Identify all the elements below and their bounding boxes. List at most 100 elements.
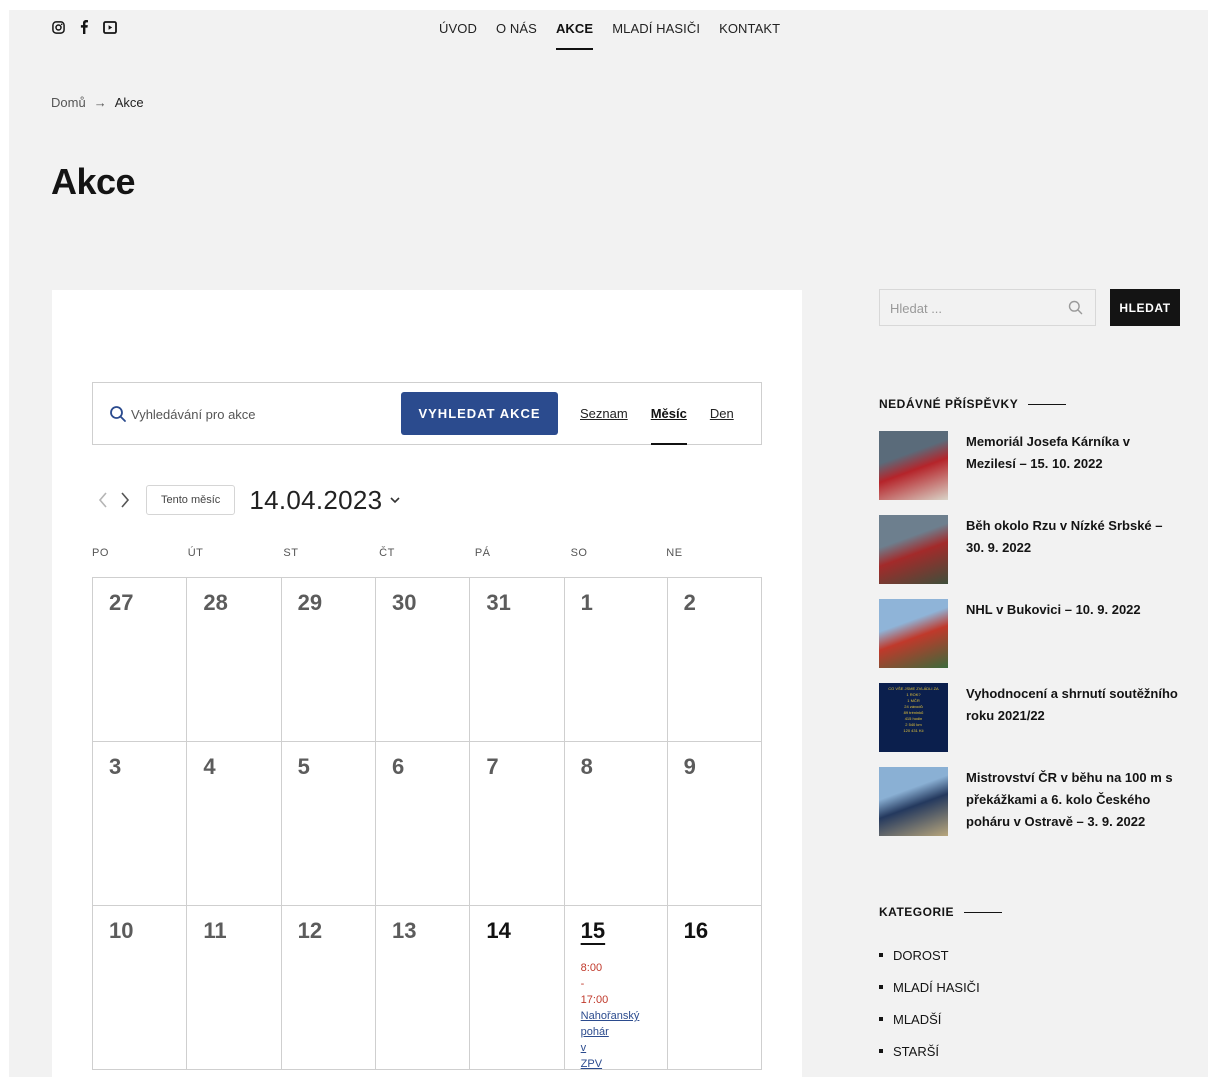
weekday-label: ČT — [379, 547, 395, 559]
day-number: 28 — [203, 590, 228, 615]
calendar-day-cell[interactable]: 6 — [376, 742, 471, 906]
chevron-left-icon[interactable] — [92, 485, 114, 515]
nav-item-mladi-hasici[interactable]: MLADÍ HASIČI — [612, 21, 700, 50]
day-number: 3 — [109, 754, 122, 779]
day-number: 14 — [486, 918, 511, 943]
post-title[interactable]: Mistrovství ČR v běhu na 100 m s překážk… — [966, 767, 1181, 851]
post-thumbnail[interactable] — [879, 515, 948, 584]
day-number: 30 — [392, 590, 417, 615]
day-number: 4 — [203, 754, 216, 779]
page-title: Akce — [51, 161, 136, 202]
calendar-grid: 27 28 29 30 31 1 2 3 4 5 6 7 8 9 10 11 12 13 14 15 8:00-17:0… — [92, 577, 762, 1070]
day-number: 11 — [203, 918, 227, 943]
calendar-day-cell[interactable]: 29 — [281, 578, 376, 742]
calendar-day-cell[interactable]: 31 — [470, 578, 565, 742]
post-thumbnail[interactable] — [879, 767, 948, 836]
calendar-day-cell[interactable]: 15 8:00 - 17:00 Nahořanský pohár v ZPV — [564, 906, 668, 1072]
day-number: 2 — [683, 590, 696, 615]
calendar-day-cell[interactable]: 13 — [376, 906, 471, 1070]
weekday-label: PÁ — [474, 547, 491, 559]
weekday-header: PO ÚT ST ČT PÁ SO NE — [92, 547, 762, 559]
sidebar-search-button[interactable]: HLEDAT — [1110, 289, 1180, 326]
this-month-button[interactable]: Tento měsíc — [146, 485, 236, 515]
recent-posts-title-text: NEDÁVNÉ PŘÍSPĚVKY — [879, 397, 1019, 411]
calendar-day-cell[interactable]: 16 — [667, 906, 762, 1070]
youtube-icon[interactable] — [103, 20, 117, 34]
calendar-day-cell[interactable]: 5 — [281, 742, 376, 906]
calendar-day-cell[interactable]: 28 — [187, 578, 282, 742]
calendar-day-cell[interactable]: 12 — [281, 906, 376, 1070]
chevron-right-icon[interactable] — [114, 485, 136, 515]
events-search-input[interactable] — [131, 403, 381, 425]
event-title-link[interactable]: Nahořanský pohár v ZPV — [581, 1008, 651, 1072]
categories-widget: KATEGORIE DOROST MLADÍ HASIČI MLADŠÍ STARŠÍ — [879, 905, 1002, 1067]
search-icon — [110, 406, 126, 422]
breadcrumb: Domů → Akce — [51, 95, 144, 110]
calendar-day-cell[interactable]: 7 — [470, 742, 565, 906]
sidebar-search-input[interactable] — [890, 298, 1060, 318]
event-time: - — [580, 978, 585, 990]
recent-post-item[interactable]: NHL v Bukovici – 10. 9. 2022 — [879, 599, 1181, 683]
events-calendar: VYHLEDAT AKCE Seznam Měsíc Den Tento měs… — [52, 290, 802, 1077]
recent-post-item[interactable]: Memoriál Josefa Kárníka v Mezilesí – 15.… — [879, 431, 1181, 515]
calendar-day-cell[interactable]: 2 — [667, 578, 762, 742]
events-search-bar: VYHLEDAT AKCE Seznam Měsíc Den — [92, 382, 762, 445]
calendar-day-cell[interactable]: 10 — [93, 906, 188, 1070]
calendar-event: 8:00 - 17:00 Nahořanský pohár v ZPV — [581, 960, 651, 1072]
post-thumbnail[interactable] — [879, 599, 948, 668]
recent-post-item[interactable]: Běh okolo Rzu v Nízké Srbské – 30. 9. 20… — [879, 515, 1181, 599]
calendar-day-cell[interactable]: 27 — [93, 578, 188, 742]
day-number: 6 — [392, 754, 405, 779]
nav-item-kontakt[interactable]: KONTAKT — [719, 21, 780, 50]
calendar-day-cell[interactable]: 4 — [187, 742, 282, 906]
category-item[interactable]: MLADÍ HASIČI — [879, 971, 1002, 1003]
calendar-day-cell[interactable]: 30 — [376, 578, 471, 742]
post-title[interactable]: NHL v Bukovici – 10. 9. 2022 — [966, 599, 1181, 683]
recent-post-item[interactable]: CO VŠE JSME ZVLÁDLI ZA 1 ROK? 1 MČR 24 závo… — [879, 683, 1181, 767]
nav-item-akce[interactable]: AKCE — [555, 21, 594, 50]
day-number: 15 — [580, 918, 606, 943]
calendar-day-cell[interactable]: 14 — [470, 906, 565, 1070]
weekday-label: ÚT — [187, 547, 204, 559]
weekday-label: PO — [92, 547, 109, 559]
date-picker[interactable]: 14.04.2023 — [249, 485, 401, 516]
event-time: 17:00 — [580, 994, 609, 1006]
nav-item-uvod[interactable]: ÚVOD — [439, 21, 477, 50]
breadcrumb-home[interactable]: Domů — [51, 95, 86, 110]
post-thumbnail[interactable]: CO VŠE JSME ZVLÁDLI ZA 1 ROK? 1 MČR 24 závo… — [879, 683, 948, 752]
find-events-button[interactable]: VYHLEDAT AKCE — [401, 392, 558, 435]
post-title[interactable]: Memoriál Josefa Kárníka v Mezilesí – 15.… — [966, 431, 1181, 515]
calendar-toolbar: Tento měsíc 14.04.2023 — [92, 480, 401, 520]
day-number: 13 — [392, 918, 417, 943]
category-item[interactable]: MLADŠÍ — [879, 1003, 1002, 1035]
calendar-day-cell[interactable]: 11 — [187, 906, 282, 1070]
recent-post-item[interactable]: Mistrovství ČR v běhu na 100 m s překážk… — [879, 767, 1181, 851]
event-title-line: v — [580, 1042, 587, 1054]
title-divider — [963, 911, 1002, 913]
day-number: 27 — [109, 590, 134, 615]
event-title-line: pohár — [580, 1026, 609, 1038]
sidebar: HLEDAT NEDÁVNÉ PŘÍSPĚVKY Memoriál Josefa… — [879, 289, 1189, 1059]
categories-list: DOROST MLADÍ HASIČI MLADŠÍ STARŠÍ — [879, 939, 1002, 1067]
calendar-day-cell[interactable]: 3 — [93, 742, 188, 906]
calendar-day-cell[interactable]: 9 — [667, 742, 762, 906]
day-number: 8 — [580, 754, 593, 779]
weekday-label: SO — [570, 547, 588, 559]
category-item[interactable]: DOROST — [879, 939, 1002, 971]
instagram-icon[interactable] — [51, 20, 65, 34]
post-title[interactable]: Běh okolo Rzu v Nízké Srbské – 30. 9. 20… — [966, 515, 1181, 599]
page: ÚVOD O NÁS AKCE MLADÍ HASIČI KONTAKT Dom… — [9, 10, 1208, 1077]
category-item[interactable]: STARŠÍ — [879, 1035, 1002, 1067]
recent-posts-list: Memoriál Josefa Kárníka v Mezilesí – 15.… — [879, 431, 1181, 851]
view-day-link[interactable]: Den — [710, 406, 734, 421]
facebook-icon[interactable] — [77, 20, 91, 34]
main-nav: ÚVOD O NÁS AKCE MLADÍ HASIČI KONTAKT — [439, 21, 780, 50]
view-month-link[interactable]: Měsíc — [650, 406, 687, 445]
social-links — [51, 20, 117, 34]
view-list-link[interactable]: Seznam — [580, 406, 628, 421]
nav-item-o-nas[interactable]: O NÁS — [496, 21, 537, 50]
calendar-day-cell[interactable]: 1 — [564, 578, 668, 742]
calendar-day-cell[interactable]: 8 — [564, 742, 668, 906]
post-title[interactable]: Vyhodnocení a shrnutí soutěžního roku 20… — [966, 683, 1181, 767]
post-thumbnail[interactable] — [879, 431, 948, 500]
